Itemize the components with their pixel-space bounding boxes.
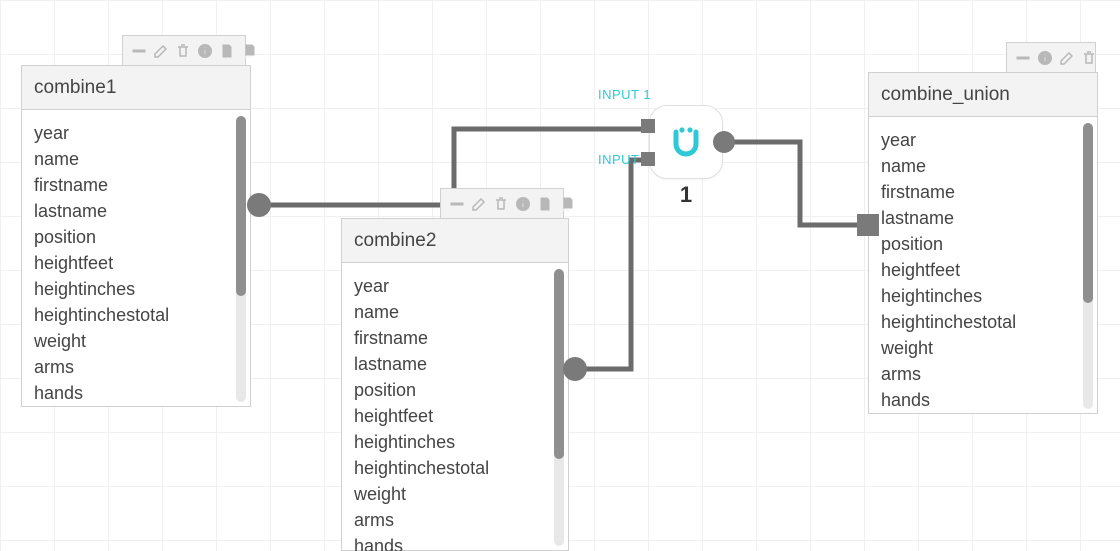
field: heightfeet <box>354 403 556 429</box>
input-port-2[interactable] <box>641 152 655 166</box>
field: weight <box>354 481 556 507</box>
workflow-canvas[interactable]: combine1 year name firstname lastname po… <box>0 0 1120 551</box>
field: hands <box>34 380 238 406</box>
field: year <box>34 120 238 146</box>
node-combine-union[interactable]: combine_union year name firstname lastna… <box>868 72 1098 414</box>
scroll-thumb[interactable] <box>554 269 564 459</box>
field: heightinches <box>34 276 238 302</box>
info-icon[interactable] <box>197 43 213 59</box>
info-icon[interactable] <box>515 196 531 212</box>
field: name <box>354 299 556 325</box>
field: heightinchestotal <box>881 309 1085 335</box>
node-header: combine1 <box>22 66 250 110</box>
scroll-thumb[interactable] <box>1083 123 1093 303</box>
field: weight <box>34 328 238 354</box>
operator-count: 1 <box>680 182 692 208</box>
union-operator[interactable] <box>649 105 723 179</box>
field: name <box>881 153 1085 179</box>
input-port-1[interactable] <box>641 119 655 133</box>
info-icon[interactable] <box>1037 50 1053 66</box>
output-port-combine1[interactable] <box>247 193 271 217</box>
field: heightfeet <box>881 257 1085 283</box>
trash-icon[interactable] <box>175 43 191 59</box>
minimize-icon[interactable] <box>449 196 465 212</box>
node-body: year name firstname lastname position he… <box>869 117 1097 415</box>
field: hands <box>881 387 1085 413</box>
field: lastname <box>354 351 556 377</box>
node-body: year name firstname lastname position he… <box>22 110 250 408</box>
field: heightinches <box>881 283 1085 309</box>
field: position <box>34 224 238 250</box>
trash-icon[interactable] <box>1081 50 1097 66</box>
scrollbar[interactable] <box>1083 123 1093 409</box>
copy-icon[interactable] <box>559 196 575 212</box>
scroll-thumb[interactable] <box>236 116 246 296</box>
node-title: combine1 <box>34 77 116 99</box>
scrollbar[interactable] <box>236 116 246 402</box>
node-title: combine2 <box>354 230 436 252</box>
union-icon <box>668 124 704 160</box>
field: lastname <box>881 205 1085 231</box>
field: heightinchestotal <box>34 302 238 328</box>
node-title: combine_union <box>881 84 1010 106</box>
minimize-icon[interactable] <box>1015 50 1031 66</box>
node-combine1[interactable]: combine1 year name firstname lastname po… <box>21 65 251 407</box>
input-port-combine-union[interactable] <box>857 214 879 236</box>
doc-icon[interactable] <box>537 196 553 212</box>
field: arms <box>354 507 556 533</box>
node-tab-combine2 <box>440 188 564 218</box>
trash-icon[interactable] <box>493 196 509 212</box>
field: arms <box>881 361 1085 387</box>
field: firstname <box>881 179 1085 205</box>
node-tab-combine-union <box>1006 42 1096 72</box>
field: year <box>354 273 556 299</box>
field: arms <box>34 354 238 380</box>
field: firstname <box>34 172 238 198</box>
output-port-operator[interactable] <box>713 131 735 153</box>
node-body: year name firstname lastname position he… <box>342 263 568 551</box>
field: position <box>881 231 1085 257</box>
minimize-icon[interactable] <box>131 43 147 59</box>
doc-icon[interactable] <box>219 43 235 59</box>
field: heightinches <box>354 429 556 455</box>
field: name <box>34 146 238 172</box>
output-port-combine2[interactable] <box>563 357 587 381</box>
field: position <box>354 377 556 403</box>
scrollbar[interactable] <box>554 269 564 546</box>
node-header: combine2 <box>342 219 568 263</box>
field: weight <box>881 335 1085 361</box>
edit-icon[interactable] <box>1059 50 1075 66</box>
edit-icon[interactable] <box>153 43 169 59</box>
edit-icon[interactable] <box>471 196 487 212</box>
copy-icon[interactable] <box>241 43 257 59</box>
field: hands <box>354 533 556 551</box>
field: year <box>881 127 1085 153</box>
node-tab-combine1 <box>122 35 246 65</box>
node-combine2[interactable]: combine2 year name firstname lastname po… <box>341 218 569 551</box>
field: heightfeet <box>34 250 238 276</box>
field: lastname <box>34 198 238 224</box>
field: heightinchestotal <box>354 455 556 481</box>
input-label-1: INPUT 1 <box>598 87 651 102</box>
field: firstname <box>354 325 556 351</box>
node-header: combine_union <box>869 73 1097 117</box>
